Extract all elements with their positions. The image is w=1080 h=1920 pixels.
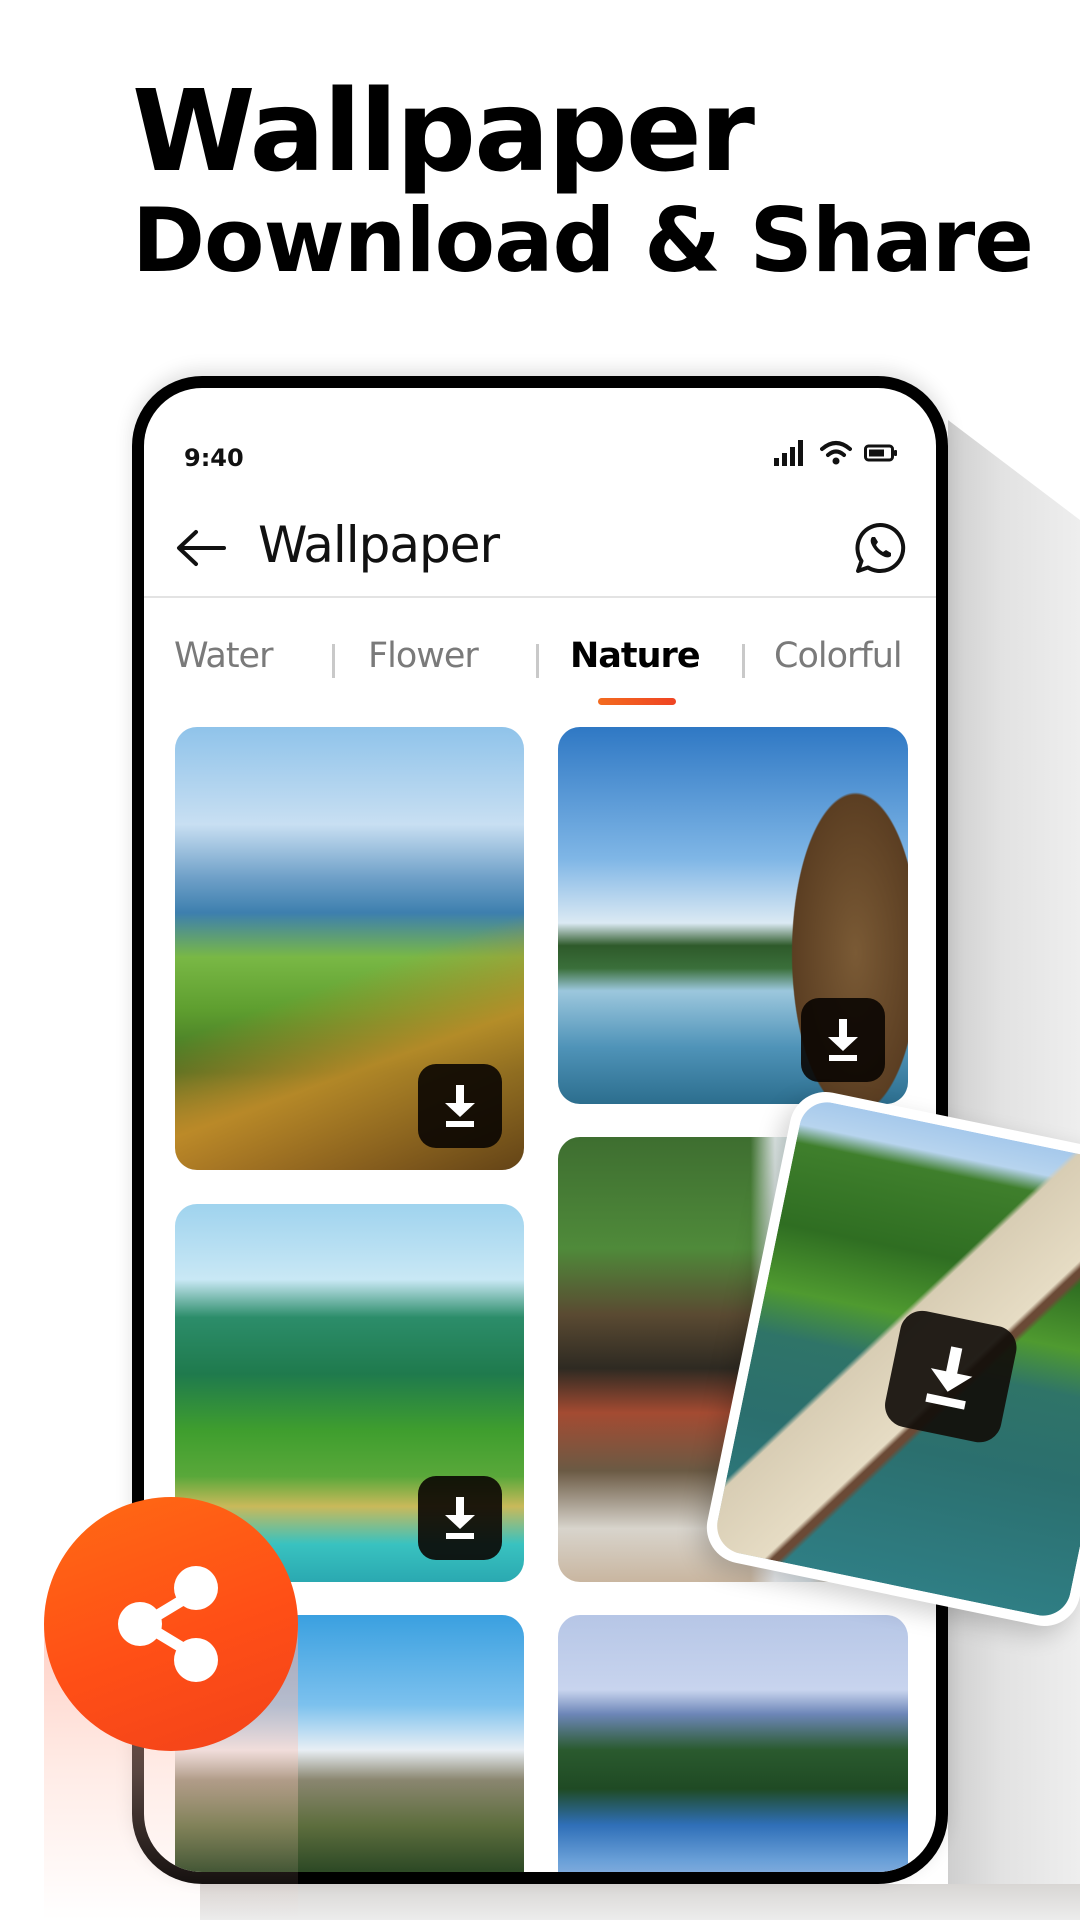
status-bar: 9:40 — [144, 388, 936, 488]
promo-title: Wallpaper — [132, 67, 755, 197]
active-tab-indicator — [598, 698, 676, 705]
tab-water[interactable]: Water — [174, 636, 273, 676]
download-button[interactable] — [418, 1476, 502, 1560]
app-title: Wallpaper — [258, 516, 500, 574]
promo-headline: Wallpaper Download & Share — [132, 67, 1034, 296]
whatsapp-icon — [855, 522, 906, 573]
app-bar: Wallpaper — [144, 498, 936, 598]
tab-separator — [332, 644, 335, 678]
download-icon — [445, 1085, 475, 1127]
tab-nature[interactable]: Nature — [570, 636, 701, 676]
whatsapp-share-button[interactable] — [850, 518, 910, 578]
tab-separator — [742, 644, 745, 678]
wallpaper-tile[interactable] — [175, 727, 524, 1170]
tab-flower[interactable]: Flower — [368, 636, 479, 676]
arrow-left-icon — [177, 530, 226, 566]
download-button[interactable] — [801, 998, 885, 1082]
category-tabs: Water Flower Nature Colorful — [144, 628, 936, 708]
share-button[interactable] — [44, 1497, 298, 1751]
battery-icon — [864, 444, 897, 462]
download-button[interactable] — [418, 1064, 502, 1148]
download-button[interactable] — [881, 1306, 1021, 1447]
tab-colorful[interactable]: Colorful — [774, 636, 903, 676]
promo-subtitle: Download & Share — [132, 189, 1034, 292]
signal-icon — [774, 440, 803, 466]
wallpaper-tile[interactable] — [558, 727, 908, 1104]
back-button[interactable] — [172, 520, 228, 576]
wallpaper-tile[interactable] — [558, 1615, 908, 1872]
share-icon — [118, 1566, 218, 1682]
status-time: 9:40 — [184, 444, 244, 472]
phone-shadow-bottom — [200, 1884, 1080, 1920]
download-icon — [925, 1346, 973, 1410]
tab-separator — [536, 644, 539, 678]
wifi-icon — [820, 441, 852, 465]
download-icon — [828, 1019, 858, 1061]
status-icons — [774, 440, 898, 466]
download-icon — [445, 1497, 475, 1539]
